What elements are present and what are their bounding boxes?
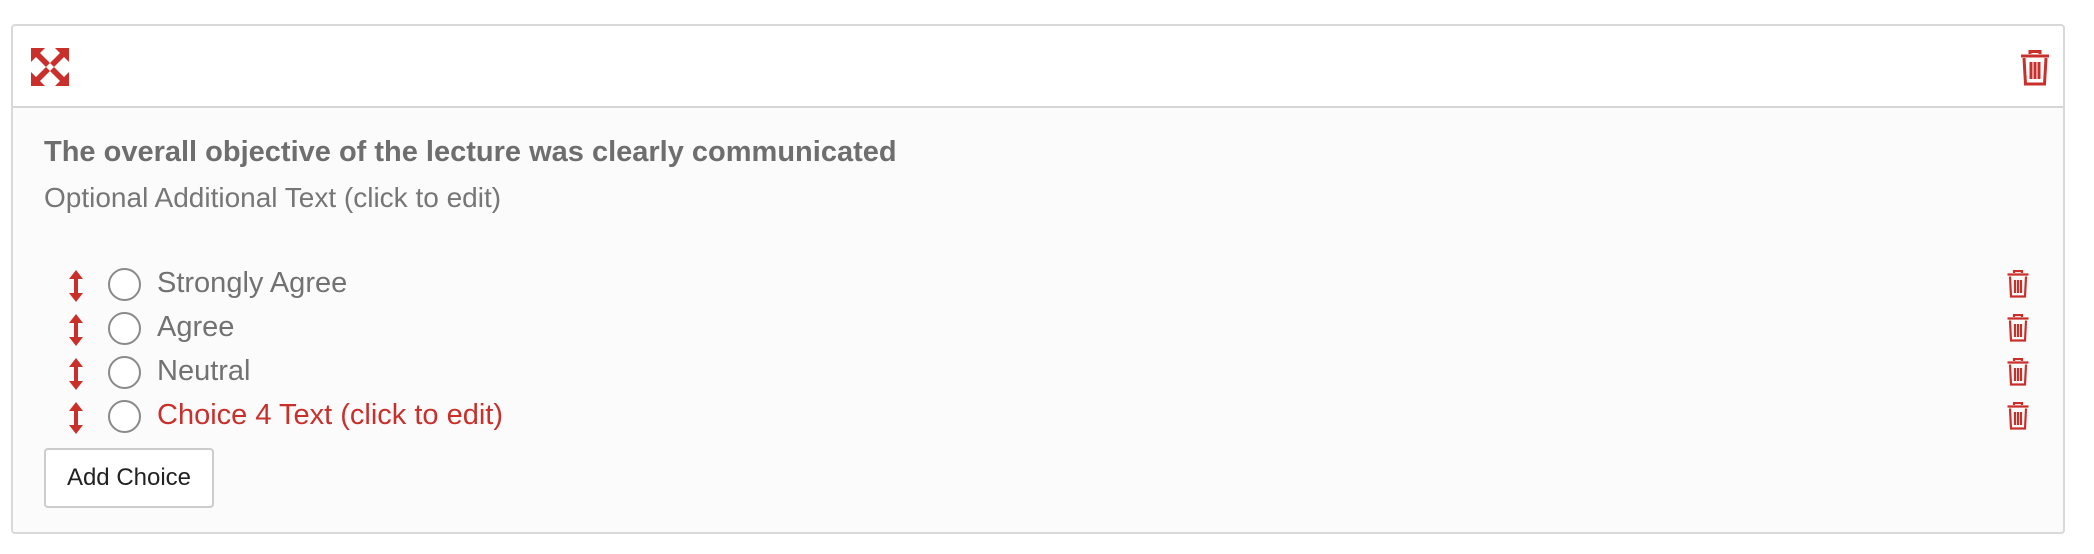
delete-question-icon[interactable] [2019,50,2051,86]
choice-row: Neutral [13,352,2063,396]
choice-label-placeholder[interactable]: Choice 4 Text (click to edit) [157,399,503,432]
drag-handle-icon[interactable] [66,402,86,434]
delete-choice-icon[interactable] [2006,402,2030,430]
question-card: The overall objective of the lecture was… [11,24,2065,534]
choice-radio[interactable] [108,312,141,345]
choice-label[interactable]: Neutral [157,355,251,388]
choice-label[interactable]: Strongly Agree [157,267,347,300]
delete-choice-icon[interactable] [2006,270,2030,298]
move-arrows-icon[interactable] [30,47,70,87]
choice-radio[interactable] [108,268,141,301]
choice-radio[interactable] [108,356,141,389]
drag-handle-icon[interactable] [66,270,86,302]
drag-handle-icon[interactable] [66,314,86,346]
question-card-header [13,26,2063,108]
delete-choice-icon[interactable] [2006,358,2030,386]
drag-handle-icon[interactable] [66,358,86,390]
choice-row: Agree [13,308,2063,352]
question-title[interactable]: The overall objective of the lecture was… [44,136,897,169]
choice-row: Choice 4 Text (click to edit) [13,396,2063,440]
choice-row: Strongly Agree [13,264,2063,308]
delete-choice-icon[interactable] [2006,314,2030,342]
add-choice-button[interactable]: Add Choice [44,448,214,508]
question-additional-text[interactable]: Optional Additional Text (click to edit) [44,182,501,214]
choice-label[interactable]: Agree [157,311,234,344]
choice-radio[interactable] [108,400,141,433]
